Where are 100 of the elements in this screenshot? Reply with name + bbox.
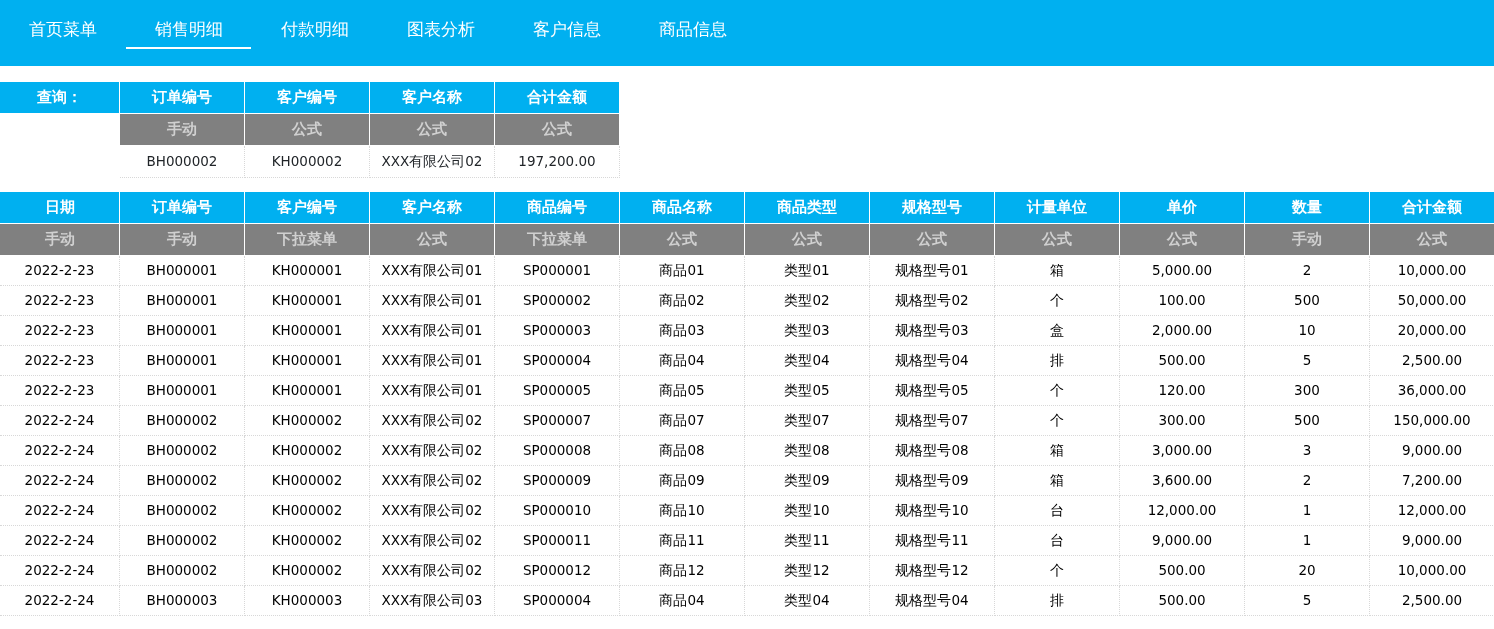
table-cell: 9,000.00 <box>1370 526 1494 556</box>
table-cell: 规格型号11 <box>870 526 995 556</box>
table-cell: BH000002 <box>120 496 245 526</box>
input-mode-label: 公式 <box>370 114 495 146</box>
table-cell: 3 <box>1245 436 1370 466</box>
table-cell: 2022-2-24 <box>0 466 120 496</box>
table-cell: SP000009 <box>495 466 620 496</box>
table-cell: XXX有限公司02 <box>370 526 495 556</box>
table-cell: SP000005 <box>495 376 620 406</box>
table-cell: 商品10 <box>620 496 745 526</box>
table-cell: 36,000.00 <box>1370 376 1494 406</box>
input-mode-label: 手动 <box>120 114 245 146</box>
table-cell: 1 <box>1245 526 1370 556</box>
table-cell: 类型11 <box>745 526 870 556</box>
table-cell: 规格型号02 <box>870 286 995 316</box>
table-cell: BH000002 <box>120 526 245 556</box>
column-header: 规格型号 <box>870 192 995 224</box>
table-cell: XXX有限公司01 <box>370 286 495 316</box>
table-cell: 120.00 <box>1120 376 1245 406</box>
table-cell: 个 <box>995 406 1120 436</box>
table-cell: KH000002 <box>245 406 370 436</box>
column-header: 客户编号 <box>245 192 370 224</box>
nav-tab[interactable]: 商品信息 <box>630 12 755 49</box>
input-mode-label: 公式 <box>870 224 995 256</box>
column-header: 计量单位 <box>995 192 1120 224</box>
table-cell: 10 <box>1245 316 1370 346</box>
table-cell: 商品12 <box>620 556 745 586</box>
table-cell: 盒 <box>995 316 1120 346</box>
table-cell: KH000002 <box>245 496 370 526</box>
column-header: 客户名称 <box>370 192 495 224</box>
table-cell: XXX有限公司01 <box>370 376 495 406</box>
column-header: 订单编号 <box>120 82 245 114</box>
table-cell: BH000001 <box>120 256 245 286</box>
query-value: 197,200.00 <box>495 146 620 178</box>
table-cell: 个 <box>995 286 1120 316</box>
table-cell: 规格型号12 <box>870 556 995 586</box>
table-cell: 2,000.00 <box>1120 316 1245 346</box>
table-cell: 2 <box>1245 466 1370 496</box>
table-cell: 类型04 <box>745 346 870 376</box>
table-cell: 300 <box>1245 376 1370 406</box>
table-cell: 150,000.00 <box>1370 406 1494 436</box>
table-cell: BH000001 <box>120 286 245 316</box>
nav-tab[interactable]: 销售明细 <box>126 12 251 49</box>
table-cell: 100.00 <box>1120 286 1245 316</box>
table-cell: 规格型号03 <box>870 316 995 346</box>
table-cell: 3,600.00 <box>1120 466 1245 496</box>
table-cell: 2022-2-23 <box>0 376 120 406</box>
column-header: 数量 <box>1245 192 1370 224</box>
table-cell: 500.00 <box>1120 346 1245 376</box>
nav-tab[interactable]: 首页菜单 <box>0 12 125 49</box>
table-cell: 5,000.00 <box>1120 256 1245 286</box>
table-cell: XXX有限公司02 <box>370 556 495 586</box>
table-cell: 2 <box>1245 256 1370 286</box>
table-cell: SP000003 <box>495 316 620 346</box>
table-cell: KH000002 <box>245 556 370 586</box>
table-cell: 500.00 <box>1120 586 1245 616</box>
column-header: 合计金额 <box>1370 192 1494 224</box>
table-cell: 商品07 <box>620 406 745 436</box>
table-cell: SP000007 <box>495 406 620 436</box>
table-cell: BH000002 <box>120 406 245 436</box>
table-cell: 箱 <box>995 256 1120 286</box>
table-cell: KH000001 <box>245 376 370 406</box>
column-header: 合计金额 <box>495 82 620 114</box>
table-cell: 规格型号09 <box>870 466 995 496</box>
table-cell: BH000001 <box>120 346 245 376</box>
table-cell: 5 <box>1245 346 1370 376</box>
table-cell: KH000003 <box>245 586 370 616</box>
nav-tab[interactable]: 付款明细 <box>252 12 377 49</box>
input-mode-label: 手动 <box>1245 224 1370 256</box>
table-cell: 2022-2-23 <box>0 316 120 346</box>
table-cell: 2022-2-24 <box>0 436 120 466</box>
nav-tab[interactable]: 客户信息 <box>504 12 629 49</box>
table-cell: 排 <box>995 346 1120 376</box>
table-cell: 20 <box>1245 556 1370 586</box>
input-mode-label: 公式 <box>995 224 1120 256</box>
table-cell: 个 <box>995 376 1120 406</box>
table-cell: 12,000.00 <box>1120 496 1245 526</box>
table-cell: 商品02 <box>620 286 745 316</box>
table-cell: SP000008 <box>495 436 620 466</box>
table-cell: XXX有限公司01 <box>370 346 495 376</box>
table-cell: 商品05 <box>620 376 745 406</box>
table-cell: 2022-2-23 <box>0 346 120 376</box>
nav-tab[interactable]: 图表分析 <box>378 12 503 49</box>
table-cell: 类型08 <box>745 436 870 466</box>
table-cell: KH000002 <box>245 466 370 496</box>
input-mode-label: 公式 <box>745 224 870 256</box>
table-cell: SP000011 <box>495 526 620 556</box>
input-mode-label: 公式 <box>1370 224 1494 256</box>
table-cell: 2022-2-24 <box>0 406 120 436</box>
table-cell: XXX有限公司02 <box>370 436 495 466</box>
table-cell: 类型09 <box>745 466 870 496</box>
table-cell: 规格型号05 <box>870 376 995 406</box>
table-cell: 9,000.00 <box>1120 526 1245 556</box>
column-header: 商品名称 <box>620 192 745 224</box>
table-cell: 2022-2-24 <box>0 556 120 586</box>
table-cell: 类型03 <box>745 316 870 346</box>
table-cell: KH000001 <box>245 316 370 346</box>
table-cell: 2022-2-24 <box>0 496 120 526</box>
table-cell: 2022-2-24 <box>0 586 120 616</box>
table-cell: SP000004 <box>495 586 620 616</box>
